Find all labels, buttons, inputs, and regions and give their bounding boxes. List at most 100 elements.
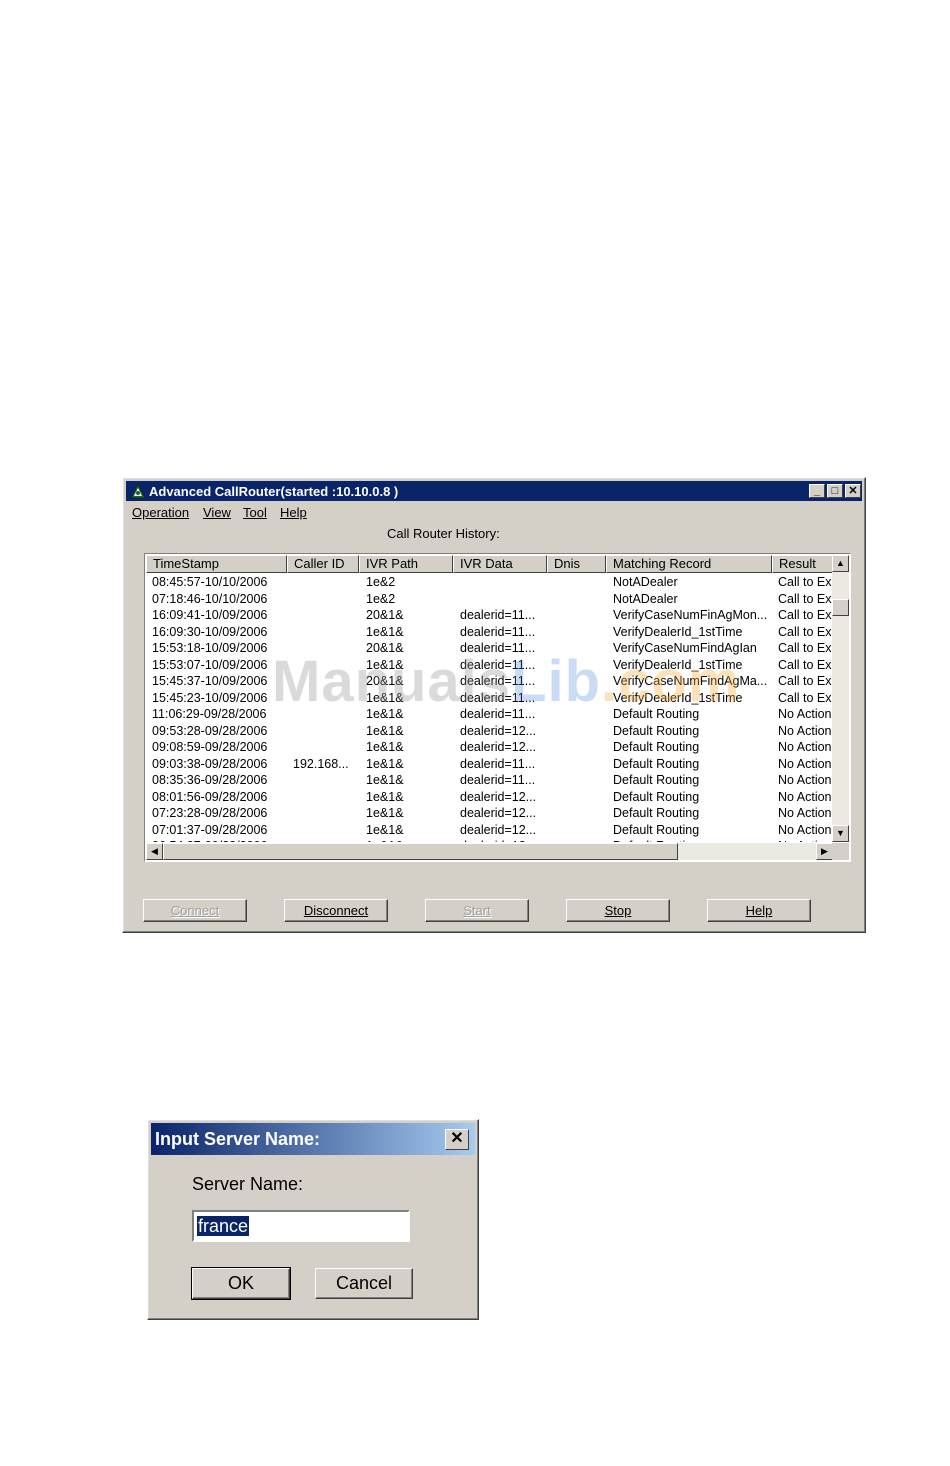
window-title: Advanced CallRouter(started :10.10.0.8 ) xyxy=(149,484,399,499)
cell-timestamp: 09:53:28-09/28/2006 xyxy=(152,723,268,738)
table-row[interactable]: 15:45:23-10/09/2006 1e&1& dealerid=11... Ve… xyxy=(146,690,833,706)
cell-timestamp: 15:53:18-10/09/2006 xyxy=(152,641,268,655)
cell-timestamp: 06:54:27-09/28/2006 xyxy=(152,838,292,842)
close-button[interactable]: ✕ xyxy=(845,484,861,498)
scroll-right-arrow-icon[interactable]: ▶ xyxy=(816,843,833,860)
history-list[interactable]: TimeStamp Caller ID IVR Path IVR Data Dn… xyxy=(144,553,851,862)
table-row[interactable]: 07:23:28-09/28/2006 1e&1& dealerid=12... De… xyxy=(146,805,833,821)
maximize-button[interactable]: □ xyxy=(827,484,843,498)
connect-button-label: Connect xyxy=(170,903,220,918)
stop-button[interactable]: Stop xyxy=(566,899,670,922)
cell-timestamp: 08:45:57-10/10/2006 xyxy=(152,575,268,589)
cell-timestamp: 07:18:46-10/10/2006 xyxy=(152,591,268,606)
cell-matching-record: Default Routing xyxy=(613,822,700,837)
cell-timestamp: 07:23:28-09/28/2006 xyxy=(152,806,268,820)
horizontal-scroll-thumb[interactable] xyxy=(163,843,678,860)
cell-ivr-data: dealerid=11... xyxy=(460,707,536,721)
cell-timestamp: 08:35:36-09/28/2006 xyxy=(152,773,268,787)
help-button[interactable]: Help xyxy=(707,899,811,922)
table-row[interactable]: 15:53:18-10/09/2006 20&1& dealerid=11... Ve… xyxy=(146,640,833,656)
column-header-timestamp[interactable]: TimeStamp xyxy=(146,555,287,573)
cell-ivr-data: dealerid=12... xyxy=(460,723,537,738)
menu-operation[interactable]: Operation xyxy=(132,505,189,520)
cell-ivr-data: dealerid=11... xyxy=(460,756,536,771)
column-header-ivr-path[interactable]: IVR Path xyxy=(359,555,453,573)
table-row[interactable]: 15:45:37-10/09/2006 20&1& dealerid=11... Ve… xyxy=(146,673,833,689)
table-row[interactable]: 15:53:07-10/09/2006 1e&1& dealerid=11... Ve… xyxy=(146,657,833,673)
column-header-dnis[interactable]: Dnis xyxy=(547,555,606,573)
vertical-scrollbar[interactable]: ▲ ▼ xyxy=(832,555,849,842)
table-row[interactable]: 06:54:27-09/28/2006 1e&1&dealerid=12... De… xyxy=(146,838,833,842)
scroll-corner xyxy=(832,843,849,860)
scroll-down-arrow-icon[interactable]: ▼ xyxy=(832,825,849,842)
cell-ivr-data: dealerid=12... xyxy=(460,806,537,820)
cell-ivr-path: 1e&1& xyxy=(366,773,404,787)
cell-ivr-data: dealerid=11... xyxy=(460,773,536,787)
cell-matching-record: VerifyDealerId_1stTime xyxy=(613,624,743,639)
cell-ivr-path: 1e&1& xyxy=(366,624,404,639)
table-row[interactable]: 08:01:56-09/28/2006 1e&1& dealerid=12... De… xyxy=(146,789,833,805)
cell-ivr-path: 1e&1& xyxy=(366,838,456,842)
cell-ivr-data: dealerid=12... xyxy=(460,822,537,837)
disconnect-button[interactable]: Disconnect xyxy=(284,899,388,922)
column-header-result[interactable]: Result xyxy=(772,555,833,573)
table-row[interactable]: 08:45:57-10/10/2006 1e&2 NotADealer Call to… xyxy=(146,574,833,590)
cell-result: Call to Ex xyxy=(778,641,832,655)
cell-timestamp: 09:03:38-09/28/2006 xyxy=(152,756,268,771)
cell-ivr-data: dealerid=12... xyxy=(460,789,537,804)
dialog-close-icon[interactable]: ✕ xyxy=(445,1129,469,1150)
table-row[interactable]: 09:03:38-09/28/2006 192.168... 1e&1& dealer… xyxy=(146,756,833,772)
cell-matching-record: VerifyCaseNumFinAgMon... xyxy=(613,608,768,622)
ok-button[interactable]: OK xyxy=(191,1267,291,1300)
cell-result: No Action xyxy=(778,740,832,754)
cell-result: Call to Ex xyxy=(778,608,832,622)
cell-result: No Action xyxy=(778,838,833,842)
app-triangle-icon xyxy=(130,483,146,499)
table-row[interactable]: 16:09:41-10/09/2006 20&1& dealerid=11... Ve… xyxy=(146,607,833,623)
scroll-left-arrow-icon[interactable]: ◀ xyxy=(146,843,163,860)
history-label: Call Router History: xyxy=(387,526,500,541)
start-button[interactable]: Start xyxy=(425,899,529,922)
cell-ivr-path: 1e&2 xyxy=(366,591,396,606)
dialog-title: Input Server Name: xyxy=(155,1129,321,1149)
table-row[interactable]: 09:08:59-09/28/2006 1e&1& dealerid=12... De… xyxy=(146,739,833,755)
title-bar[interactable]: Advanced CallRouter(started :10.10.0.8 )… xyxy=(126,481,862,501)
menu-view[interactable]: View xyxy=(203,505,231,520)
cell-result: No Action xyxy=(778,723,832,738)
cell-ivr-path: 1e&1& xyxy=(366,822,404,837)
minimize-button[interactable]: _ xyxy=(809,484,825,498)
cell-matching-record: Default Routing xyxy=(613,789,700,804)
horizontal-scrollbar[interactable]: ◀ ▶ xyxy=(146,843,833,860)
cell-timestamp: 07:01:37-09/28/2006 xyxy=(152,822,268,837)
menu-help[interactable]: Help xyxy=(280,505,307,520)
cell-matching-record: NotADealer xyxy=(613,575,678,589)
list-rows: 08:45:57-10/10/2006 1e&2 NotADealer Call to… xyxy=(146,574,833,842)
cell-timestamp: 15:45:37-10/09/2006 xyxy=(152,674,268,688)
dialog-title-bar[interactable]: Input Server Name: ✕ xyxy=(151,1123,475,1155)
cell-ivr-path: 1e&1& xyxy=(366,756,404,771)
table-row[interactable]: 16:09:30-10/09/2006 1e&1& dealerid=11... Ve… xyxy=(146,624,833,640)
cell-ivr-path: 20&1& xyxy=(366,641,404,655)
scroll-up-arrow-icon[interactable]: ▲ xyxy=(832,555,849,572)
connect-button[interactable]: Connect xyxy=(143,899,247,922)
column-header-ivr-data[interactable]: IVR Data xyxy=(453,555,547,573)
cell-result: No Action xyxy=(778,756,832,771)
cell-matching-record: Default Routing xyxy=(613,806,700,820)
server-name-input[interactable]: france xyxy=(192,1210,410,1242)
column-header-matching-record[interactable]: Matching Record xyxy=(606,555,772,573)
table-row[interactable]: 09:53:28-09/28/2006 1e&1& dealerid=12... De… xyxy=(146,723,833,739)
cell-result: Call to Ex xyxy=(778,674,832,688)
table-row[interactable]: 11:06:29-09/28/2006 1e&1& dealerid=11... De… xyxy=(146,706,833,722)
table-row[interactable]: 08:35:36-09/28/2006 1e&1& dealerid=11... De… xyxy=(146,772,833,788)
column-header-caller-id[interactable]: Caller ID xyxy=(287,555,359,573)
table-row[interactable]: 07:18:46-10/10/2006 1e&2 NotADealer Call to… xyxy=(146,591,833,607)
menu-tool[interactable]: Tool xyxy=(243,505,267,520)
cell-matching-record: VerifyDealerId_1stTime xyxy=(613,690,743,705)
cancel-button[interactable]: Cancel xyxy=(315,1268,413,1299)
cell-result: No Action xyxy=(778,707,832,721)
cell-ivr-path: 1e&1& xyxy=(366,657,404,672)
table-row[interactable]: 07:01:37-09/28/2006 1e&1& dealerid=12... De… xyxy=(146,822,833,838)
vertical-scroll-thumb[interactable] xyxy=(832,599,849,616)
cell-ivr-path: 1e&1& xyxy=(366,789,404,804)
cell-result: No Action xyxy=(778,806,832,820)
